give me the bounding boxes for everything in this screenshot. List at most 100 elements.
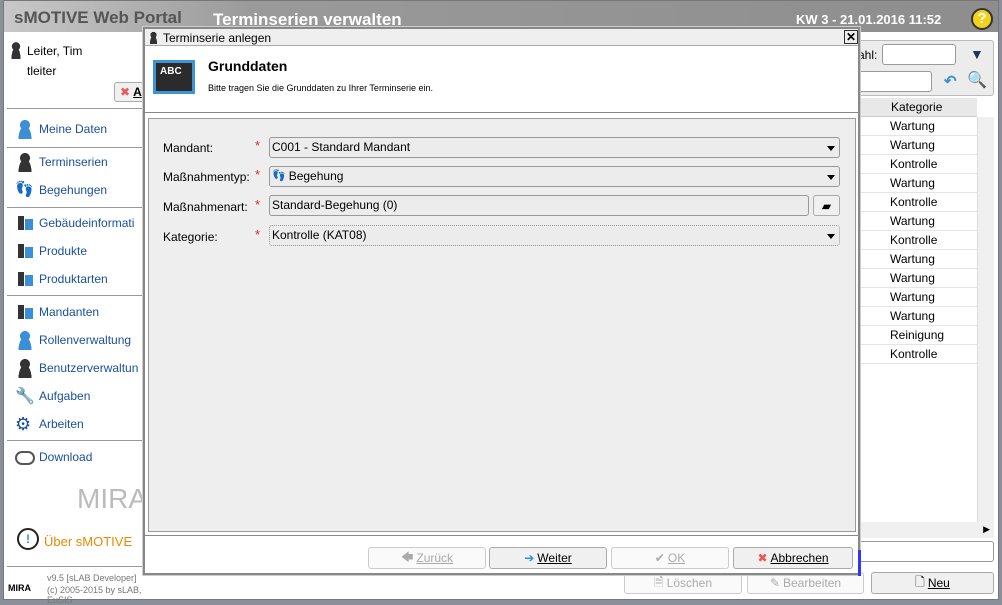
form-panel: Mandant: * C001 - Standard Mandant Maßna… (148, 118, 856, 532)
search-input[interactable] (852, 71, 932, 92)
table-row[interactable]: Kontrolle (852, 345, 977, 364)
close-button[interactable]: ✕ (844, 30, 858, 44)
section-subheading: Bitte tragen Sie die Grunddaten zu Ihrer… (208, 83, 433, 93)
edit-button[interactable]: ✎ Bearbeiten (747, 572, 864, 594)
users-icon (15, 358, 35, 378)
new-document-icon: 🗋 (915, 574, 925, 589)
create-series-dialog: Terminserie anlegen ✕ ABC Grunddaten Bit… (143, 27, 860, 575)
dialog-header: ABC Grunddaten Bitte tragen Sie die Grun… (145, 47, 858, 113)
edit-icon: ✎ (769, 576, 780, 590)
massnahmenart-field[interactable]: Standard-Begehung (0) (269, 195, 809, 216)
cancel-button[interactable]: ✖ Abbrechen (733, 547, 853, 569)
search-icon[interactable]: 🔍 (967, 70, 987, 90)
browse-button[interactable]: ▰ (813, 195, 840, 216)
wrench-icon: 🔧 (15, 388, 35, 405)
sidebar-item-meine-daten[interactable]: Meine Daten (15, 117, 107, 141)
back-button[interactable]: 🡄 Zurück (368, 547, 486, 569)
clients-icon (15, 302, 35, 322)
user-icon (15, 119, 35, 139)
sidebar-item-rollenverwaltung[interactable]: Rollenverwaltung (15, 328, 131, 352)
sidebar-item-begehungen[interactable]: 👣 Begehungen (15, 178, 107, 202)
picture-icon: ▰ (821, 198, 832, 213)
new-button[interactable]: 🗋 Neu (871, 572, 994, 594)
vertical-scrollbar[interactable] (977, 117, 994, 522)
user-login: tleiter (27, 64, 57, 78)
sidebar-item-benutzerverwaltung[interactable]: Benutzerverwaltun (15, 356, 138, 380)
mira-logo: MIRA (77, 483, 147, 514)
chevron-down-icon (827, 175, 835, 180)
table-row[interactable]: Wartung (852, 307, 977, 326)
table-row[interactable]: Kontrolle (852, 193, 977, 212)
sidebar-item-aufgaben[interactable]: 🔧 Aufgaben (15, 384, 90, 408)
massnahmentyp-select[interactable]: 👣 Begehung (269, 166, 840, 187)
product-types-icon (15, 269, 35, 289)
copyright: (c) 2005-2015 by sLAB, EuSIS (47, 585, 142, 605)
roles-icon (15, 330, 35, 350)
dialog-titlebar[interactable]: Terminserie anlegen ✕ (145, 29, 858, 46)
section-heading: Grunddaten (208, 58, 288, 74)
column-header-kategorie[interactable]: Kategorie (852, 98, 977, 117)
ok-button[interactable]: ✔ OK (611, 547, 729, 569)
mandant-label: Mandant: (163, 141, 214, 155)
table-row[interactable]: Wartung (852, 136, 977, 155)
bottom-input[interactable] (855, 541, 994, 562)
results-table: Kategorie Wartung Wartung Kontrolle Wartung… (852, 98, 977, 364)
series-icon (15, 152, 35, 172)
close-icon: ✖ (757, 551, 768, 565)
next-button[interactable]: ➔ Weiter (489, 547, 607, 569)
massnahmenart-label: Maßnahmenart: (163, 200, 248, 214)
required-mark: * (255, 167, 261, 182)
required-mark: * (255, 138, 261, 153)
chevron-down-icon (827, 146, 835, 151)
chevron-down-icon (827, 234, 835, 239)
kategorie-select[interactable]: Kontrolle (KAT08) (269, 225, 840, 246)
help-icon[interactable]: ? (971, 8, 993, 30)
gear-icon: ⚙ (15, 414, 32, 434)
building-icon (15, 213, 35, 233)
sidebar-item-produkte[interactable]: Produkte (15, 239, 87, 263)
footprints-icon: 👣 (272, 170, 286, 182)
table-row[interactable]: Wartung (852, 212, 977, 231)
table-row[interactable]: Wartung (852, 288, 977, 307)
arrow-right-icon: ➔ (524, 551, 535, 565)
product-icon (15, 241, 35, 261)
table-row[interactable]: Reinigung (852, 326, 977, 345)
table-row[interactable]: Wartung (852, 269, 977, 288)
delete-icon: 🗎 (653, 574, 664, 589)
dialog-title: Terminserie anlegen (163, 31, 272, 45)
info-icon: ! (17, 528, 39, 550)
sidebar-item-gebaeudeinformation[interactable]: Gebäudeinformati (15, 211, 134, 235)
massnahmentyp-label: Maßnahmentyp: (163, 170, 250, 184)
filter-icon[interactable]: ▼ (970, 46, 984, 62)
download-icon (15, 451, 35, 465)
table-row[interactable]: Kontrolle (852, 155, 977, 174)
table-row[interactable]: Wartung (852, 250, 977, 269)
app-title: sMOTIVE Web Portal (14, 8, 182, 27)
filter-label: ahl: (858, 48, 878, 62)
footer-logo: MIRA (8, 583, 31, 593)
user-icon (148, 31, 159, 44)
sidebar-item-download[interactable]: Download (15, 445, 92, 469)
sidebar-item-mandanten[interactable]: Mandanten (15, 300, 99, 324)
mandant-select[interactable]: C001 - Standard Mandant (269, 137, 840, 158)
user-name: Leiter, Tim (27, 44, 83, 58)
filter-input[interactable] (882, 44, 956, 65)
sidebar-item-produktarten[interactable]: Produktarten (15, 267, 108, 291)
delete-button[interactable]: 🗎 Löschen (624, 572, 742, 594)
version: v9.5 [sLAB Developer] (47, 573, 137, 583)
footprints-icon: 👣 (15, 181, 34, 198)
table-row[interactable]: Wartung (852, 117, 977, 136)
required-mark: * (255, 197, 261, 212)
close-icon: ✖ (120, 85, 131, 99)
sidebar-item-terminserien[interactable]: Terminserien (15, 150, 108, 174)
table-row[interactable]: Wartung (852, 174, 977, 193)
check-icon: ✔ (654, 551, 665, 565)
blackboard-icon: ABC (153, 60, 195, 94)
sidebar-item-arbeiten[interactable]: ⚙ Arbeiten (15, 412, 84, 436)
sidebar: Leiter, Tim tleiter ✖ A Meine Daten Termi… (7, 33, 154, 605)
horizontal-scrollbar[interactable]: ▶ (852, 522, 994, 538)
user-icon (9, 41, 23, 59)
table-row[interactable]: Kontrolle (852, 231, 977, 250)
reset-icon[interactable]: ↶ (944, 72, 957, 90)
about-link[interactable]: Über sMOTIVE (44, 534, 132, 549)
